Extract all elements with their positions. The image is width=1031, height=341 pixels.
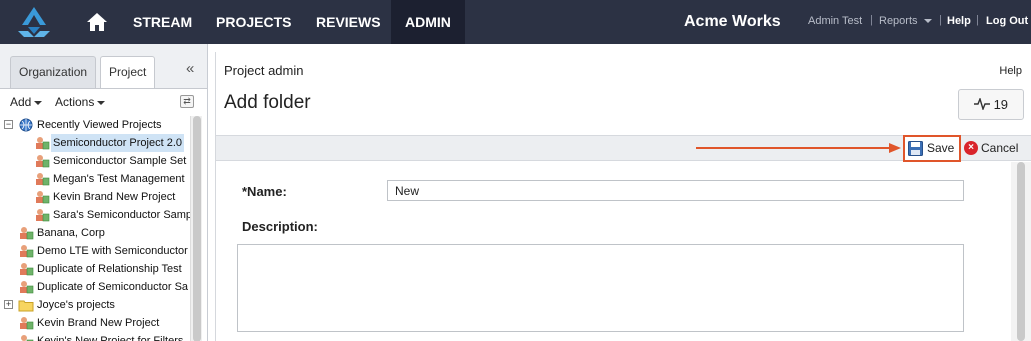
chevron-down-icon [923,19,932,24]
project-icon [21,335,34,341]
tree-item[interactable]: Kevin Brand New Project [0,314,190,332]
nav-separator: | [939,14,942,26]
main-scrollbar[interactable] [1011,162,1031,341]
tree-item-label: Demo LTE with Semiconductor [37,245,188,257]
main-content: Project admin Help Add folder 19 Save × … [215,52,1031,341]
project-icon [36,191,50,204]
top-nav-bar: STREAM PROJECTS REVIEWS ADMIN Acme Works… [0,0,1031,44]
arrow-annotation-icon [696,143,901,153]
brand-name: Acme Works [684,13,781,30]
tree-item[interactable]: Kevin's New Project for Filters [0,332,190,341]
nav-separator: | [976,14,979,26]
main-scrollbar-thumb[interactable] [1017,162,1025,341]
tree-item[interactable]: − Recently Viewed Projects [0,116,190,134]
description-textarea[interactable] [237,244,964,332]
page-title: Add folder [224,92,311,113]
description-label: Description: [242,219,318,234]
tab-organization[interactable]: Organization [10,56,97,88]
activity-pulse-icon [973,96,990,112]
save-label: Save [927,141,955,155]
refresh-icon[interactable]: ⇄ [180,95,194,108]
project-icon [36,209,50,222]
tree-item[interactable]: Banana, Corp [0,224,190,242]
actions-label: Actions [55,95,95,109]
tree-item-label: Kevin's New Project for Filters [37,335,184,341]
tree-item-label: Joyce's projects [37,299,115,311]
double-chevron-left-icon[interactable]: « [186,60,194,77]
cancel-label: Cancel [981,141,1019,155]
nav-projects[interactable]: PROJECTS [202,0,305,44]
nav-separator: | [870,14,873,26]
help-link[interactable]: Help [947,15,971,27]
nav-reviews[interactable]: REVIEWS [302,0,395,44]
reports-label: Reports [879,15,918,27]
tree-item[interactable]: Demo LTE with Semiconductor [0,242,190,260]
project-tree: − Recently Viewed Projects Semiconductor P… [0,116,190,341]
project-icon [20,245,34,258]
project-icon [20,317,34,330]
globe-icon [19,118,33,132]
project-tree-panel: Add Actions ⇄ − Recently Viewed Projects S… [0,88,207,341]
project-icon [20,263,34,276]
tree-item-label: Semiconductor Project 2.0 [51,134,185,152]
tree-item-label: Banana, Corp [37,227,105,239]
help-link[interactable]: Help [999,65,1022,77]
tree-item-label: Sara's Semiconductor Samp [53,209,190,221]
tree-item[interactable]: Sara's Semiconductor Samp [0,206,190,224]
project-icon [20,227,34,240]
project-icon [36,137,50,150]
tree-item-label: Recently Viewed Projects [37,119,162,131]
project-icon [36,155,50,168]
add-label: Add [10,95,32,109]
home-icon[interactable] [86,11,108,33]
expand-icon[interactable]: + [4,300,13,309]
project-icon [20,281,34,294]
user-name-link[interactable]: Admin Test [808,15,862,27]
logout-link[interactable]: Log Out [986,15,1028,27]
tree-item-label: Kevin Brand New Project [53,191,176,203]
chevron-down-icon [34,100,43,105]
nav-stream[interactable]: STREAM [119,0,206,44]
tree-item[interactable]: + Joyce's projects [0,296,190,314]
name-label: *Name: [242,184,287,199]
tree-item-label: Megan's Test Management [53,173,185,185]
tree-item-label: Duplicate of Relationship Test [37,263,182,275]
tree-scrollbar[interactable] [190,116,202,341]
save-button[interactable]: Save [903,135,961,162]
tree-item[interactable]: Megan's Test Management [0,170,190,188]
name-input[interactable] [387,180,964,201]
tab-project[interactable]: Project [100,56,156,89]
floppy-disk-icon [908,141,923,156]
tree-item[interactable]: Kevin Brand New Project [0,188,190,206]
project-icon [36,173,50,186]
collapse-icon[interactable]: − [4,120,13,129]
cancel-x-icon: × [964,141,978,155]
reports-menu[interactable]: Reports [879,15,932,27]
add-folder-form: *Name: Description: [216,162,1011,341]
tree-item-label: Duplicate of Semiconductor Sa [37,281,189,293]
tree-item[interactable]: Semiconductor Sample Set [0,152,190,170]
chevron-down-icon [97,100,106,105]
tree-item[interactable]: Duplicate of Semiconductor Sa [0,278,190,296]
folder-icon [18,300,34,312]
app-logo[interactable] [14,5,54,39]
activity-count: 19 [993,97,1009,112]
add-menu-button[interactable]: Add [10,95,43,109]
tree-item-label: Kevin Brand New Project [37,317,160,329]
actions-menu-button[interactable]: Actions [55,95,106,109]
activity-button[interactable]: 19 [958,89,1024,120]
tree-item[interactable]: Semiconductor Project 2.0 [0,134,190,152]
left-panel: Organization Project « Add Actions ⇄ − Re… [0,44,208,341]
tree-item-label: Semiconductor Sample Set [53,155,187,167]
tree-scrollbar-thumb[interactable] [193,116,201,341]
cancel-button[interactable]: × Cancel [964,135,1018,161]
tree-item[interactable]: Duplicate of Relationship Test [0,260,190,278]
breadcrumb[interactable]: Project admin [224,63,303,78]
nav-admin[interactable]: ADMIN [391,0,465,44]
